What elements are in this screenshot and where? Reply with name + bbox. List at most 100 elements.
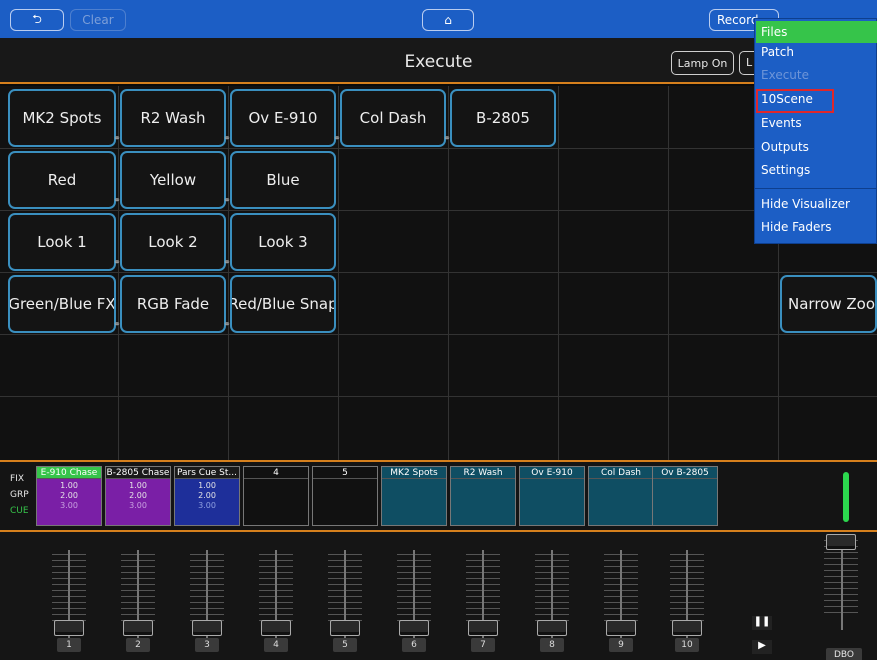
slot-value: 2.00 [198, 491, 216, 500]
grid-line [0, 396, 877, 397]
grid-line [0, 148, 877, 149]
scene-button[interactable]: Ov E-910 [230, 89, 336, 147]
link-icon: ⚭ [223, 196, 231, 206]
dbo-button[interactable]: DBO [826, 648, 862, 660]
highlight-box [756, 89, 834, 113]
menu-item-hide-visualizer[interactable]: Hide Visualizer [761, 197, 850, 211]
fader-number: 1 [57, 638, 81, 652]
scene-button[interactable]: Look 2 [120, 213, 226, 271]
slot-label: Col Dash [589, 467, 653, 479]
fader-handle[interactable] [54, 620, 84, 636]
mode-grp[interactable]: GRP [10, 490, 29, 500]
lamp-on-button[interactable]: Lamp On [671, 51, 734, 75]
fader-handle[interactable] [123, 620, 153, 636]
scene-button[interactable]: Look 1 [8, 213, 116, 271]
link-icon: ⚭ [113, 258, 121, 268]
home-icon: ⌂ [444, 13, 452, 27]
fader-handle[interactable] [261, 620, 291, 636]
scene-button[interactable]: Red [8, 151, 116, 209]
mode-cue[interactable]: CUE [10, 506, 29, 516]
level-meter [843, 472, 849, 522]
slot-label: 5 [313, 467, 377, 479]
fader-number: 2 [126, 638, 150, 652]
fader-handle[interactable] [537, 620, 567, 636]
fader-handle[interactable] [399, 620, 429, 636]
fader-slot[interactable]: Pars Cue St... 1.00 2.00 3.00 [174, 466, 240, 526]
grid-line [0, 334, 877, 335]
fader-bank: 1 2 3 4 5 6 7 8 9 10 ❚❚ ▶ DBO [0, 532, 877, 660]
menu-item-settings[interactable]: Settings [761, 163, 810, 177]
scene-button[interactable]: MK2 Spots [8, 89, 116, 147]
main-menu: Files Patch Execute 10Scene Events Outpu… [754, 18, 877, 244]
menu-item-hide-faders[interactable]: Hide Faders [761, 220, 832, 234]
fader-handle[interactable] [330, 620, 360, 636]
slot-value: 1.00 [129, 481, 147, 490]
grid-line [0, 272, 877, 273]
slot-label: E-910 Chase [37, 467, 101, 479]
fader-slot[interactable]: Col Dash [588, 466, 654, 526]
fader-number: 3 [195, 638, 219, 652]
play-icon: ▶ [758, 640, 766, 651]
top-bar: ⮌ Clear ⌂ Record [0, 0, 877, 38]
fader-slot[interactable]: 5 [312, 466, 378, 526]
master-fader-handle[interactable] [826, 534, 856, 550]
mode-fix[interactable]: FIX [10, 474, 24, 484]
fader-slot[interactable]: Ov B-2805 [652, 466, 718, 526]
fader-slot[interactable]: B-2805 Chase 1.00 2.00 3.00 [105, 466, 171, 526]
fader-handle[interactable] [606, 620, 636, 636]
slot-value: 1.00 [198, 481, 216, 490]
slot-label: Ov B-2805 [653, 467, 717, 479]
fader-number: 5 [333, 638, 357, 652]
slot-values: 1.00 2.00 3.00 [37, 479, 101, 511]
menu-item-outputs[interactable]: Outputs [761, 140, 809, 154]
back-arrow-icon: ⮌ [32, 11, 42, 26]
scene-button[interactable]: Red/Blue Snap [230, 275, 336, 333]
scene-button[interactable]: R2 Wash [120, 89, 226, 147]
link-icon: ⚭ [113, 196, 121, 206]
scene-button[interactable]: Blue [230, 151, 336, 209]
slot-value: 3.00 [198, 501, 216, 510]
scene-button[interactable]: Col Dash [340, 89, 446, 147]
link-icon: ⚭ [113, 320, 121, 330]
slot-label: B-2805 Chase [106, 467, 170, 479]
pause-button[interactable]: ❚❚ [752, 616, 772, 630]
execute-grid: MK2 Spots R2 Wash Ov E-910 Col Dash B-28… [0, 86, 877, 460]
menu-item-files[interactable]: Files [756, 21, 877, 43]
link-icon: ⚭ [333, 134, 341, 144]
scene-button[interactable]: Yellow [120, 151, 226, 209]
menu-separator [755, 188, 877, 189]
slot-label: R2 Wash [451, 467, 515, 479]
grid-line [558, 86, 559, 460]
pause-icon: ❚❚ [753, 616, 771, 627]
menu-item-events[interactable]: Events [761, 116, 802, 130]
scene-button[interactable]: Narrow Zoom [780, 275, 877, 333]
fader-slot[interactable]: 4 [243, 466, 309, 526]
fader-slot[interactable]: MK2 Spots [381, 466, 447, 526]
fader-handle[interactable] [192, 620, 222, 636]
slot-values: 1.00 2.00 3.00 [175, 479, 239, 511]
slot-value: 1.00 [60, 481, 78, 490]
fader-number: 6 [402, 638, 426, 652]
clear-button[interactable]: Clear [70, 9, 126, 31]
scene-button[interactable]: RGB Fade [120, 275, 226, 333]
fader-slot[interactable]: Ov E-910 [519, 466, 585, 526]
slot-label: 4 [244, 467, 308, 479]
fader-handle[interactable] [672, 620, 702, 636]
menu-item-patch[interactable]: Patch [761, 45, 794, 59]
menu-item-execute[interactable]: Execute [761, 68, 809, 82]
play-button[interactable]: ▶ [752, 640, 772, 654]
back-button[interactable]: ⮌ [10, 9, 64, 31]
fader-slot[interactable]: E-910 Chase 1.00 2.00 3.00 [36, 466, 102, 526]
fader-slot[interactable]: R2 Wash [450, 466, 516, 526]
app-root: ⮌ Clear ⌂ Record Execute Lamp On L MK2 S… [0, 0, 877, 660]
scene-button[interactable]: Look 3 [230, 213, 336, 271]
slot-values: 1.00 2.00 3.00 [106, 479, 170, 511]
link-icon: ⚭ [113, 134, 121, 144]
scene-button[interactable]: B-2805 [450, 89, 556, 147]
scene-button[interactable]: Green/Blue FX [8, 275, 116, 333]
fader-handle[interactable] [468, 620, 498, 636]
fader-number: 10 [675, 638, 699, 652]
home-button[interactable]: ⌂ [422, 9, 474, 31]
link-icon: ⚭ [223, 134, 231, 144]
master-fader[interactable] [812, 532, 872, 642]
